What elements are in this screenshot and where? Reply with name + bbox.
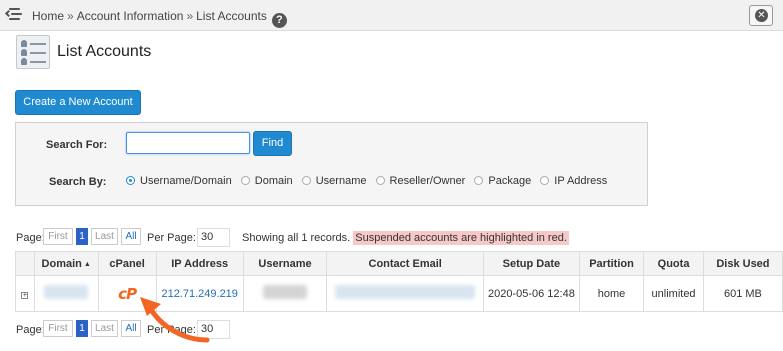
breadcrumb: Home» Account Information» List Accounts? <box>32 9 287 28</box>
search-panel: Search For: Find Search By: Username/Dom… <box>15 122 648 206</box>
setup-date-cell: 2020-05-06 12:48 <box>482 275 580 312</box>
first-page-button[interactable]: First <box>43 320 73 337</box>
accounts-table: Domain ▲ cPanel IP Address Username Conta… <box>15 251 783 312</box>
radio-icon <box>474 176 484 185</box>
current-page-button[interactable]: 1 <box>76 320 88 337</box>
list-accounts-icon <box>16 35 50 69</box>
radio-icon <box>301 176 311 185</box>
radio-ip-address[interactable]: IP Address <box>540 175 607 187</box>
orange-arrow-icon <box>140 297 210 343</box>
table-row: + cP 212.71.249.219 2020-05-06 12:48 hom… <box>15 275 783 312</box>
last-page-button[interactable]: Last <box>91 320 118 337</box>
last-page-button[interactable]: Last <box>91 228 118 245</box>
showing-records-text: Showing all 1 records. Suspended account… <box>242 231 569 245</box>
per-page-input[interactable]: 30 <box>197 228 230 247</box>
suspended-note: Suspended accounts are highlighted in re… <box>353 231 569 245</box>
search-by-label: Search By: <box>49 176 107 188</box>
radio-package[interactable]: Package <box>474 175 531 187</box>
partition-cell: home <box>578 275 645 312</box>
radio-domain[interactable]: Domain <box>240 175 293 187</box>
radio-icon <box>540 176 550 185</box>
first-page-button[interactable]: First <box>43 228 73 245</box>
column-domain[interactable]: Domain ▲ <box>33 251 99 276</box>
breadcrumb-home[interactable]: Home <box>32 9 64 23</box>
column-contact-email[interactable]: Contact Email <box>326 251 484 276</box>
column-ip-address[interactable]: IP Address <box>155 251 244 276</box>
domain-redacted[interactable] <box>44 285 89 299</box>
page-label: Page: <box>16 232 45 244</box>
pager-top: Page: First 1 Last All Per Page: 30 Show… <box>16 228 576 247</box>
radio-icon <box>240 176 250 185</box>
search-for-label: Search For: <box>46 139 108 151</box>
column-setup-date[interactable]: Setup Date <box>482 251 580 276</box>
per-page-label: Per Page: <box>147 232 196 244</box>
column-username[interactable]: Username <box>242 251 328 276</box>
breadcrumb-current: List Accounts <box>196 9 267 23</box>
breadcrumb-account-information[interactable]: Account Information <box>77 9 184 23</box>
radio-reseller-owner[interactable]: Reseller/Owner <box>375 175 465 187</box>
column-disk-used[interactable]: Disk Used <box>702 251 783 276</box>
search-input[interactable] <box>126 132 250 154</box>
radio-selected-icon <box>126 176 135 185</box>
expand-column-header <box>15 251 35 276</box>
disk-used-cell: 601 MB <box>702 275 783 312</box>
column-cpanel: cPanel <box>97 251 157 276</box>
cpanel-logo[interactable]: cP <box>118 285 137 303</box>
close-button[interactable]: ✕ <box>749 5 773 26</box>
quota-cell[interactable]: unlimited <box>643 275 704 312</box>
search-by-options: Username/Domain Domain Username Reseller… <box>126 175 613 187</box>
column-partition[interactable]: Partition <box>578 251 645 276</box>
username-redacted <box>263 285 308 299</box>
expand-icon[interactable]: + <box>21 291 29 299</box>
column-quota[interactable]: Quota <box>643 251 704 276</box>
find-button[interactable]: Find <box>253 131 292 156</box>
current-page-button[interactable]: 1 <box>76 228 88 245</box>
close-icon: ✕ <box>755 9 768 22</box>
help-icon[interactable]: ? <box>271 13 287 28</box>
all-pages-button[interactable]: All <box>121 228 141 245</box>
domain-cell[interactable] <box>33 275 99 312</box>
radio-username-domain[interactable]: Username/Domain <box>126 175 232 187</box>
expand-cell[interactable]: + <box>15 275 35 312</box>
page-label: Page: <box>16 324 45 336</box>
top-bar: Home» Account Information» List Accounts? … <box>0 0 783 31</box>
sort-asc-icon: ▲ <box>83 260 91 268</box>
menu-collapse-icon[interactable] <box>4 8 22 20</box>
radio-icon <box>375 176 385 185</box>
radio-username[interactable]: Username <box>301 175 366 187</box>
create-account-button[interactable]: Create a New Account <box>15 90 141 115</box>
email-cell[interactable] <box>326 275 484 312</box>
email-redacted[interactable] <box>335 285 476 299</box>
username-cell <box>242 275 328 312</box>
page-title: List Accounts <box>57 43 152 60</box>
table-header-row: Domain ▲ cPanel IP Address Username Conta… <box>15 251 783 276</box>
